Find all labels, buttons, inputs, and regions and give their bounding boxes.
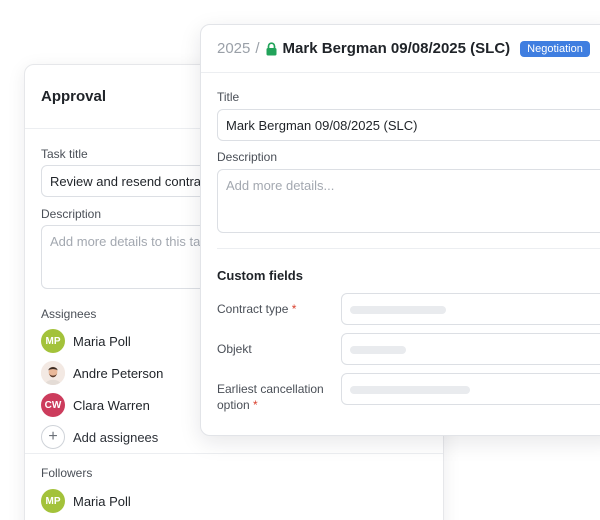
deal-panel: 2025 / Mark Bergman 09/08/2025 (SLC) Neg… xyxy=(200,24,600,436)
earliest-cancellation-label: Earliest cancellation option * xyxy=(217,382,324,412)
objekt-label: Objekt xyxy=(217,342,252,356)
assignee-item[interactable]: MP Maria Poll xyxy=(41,329,131,353)
task-title-label: Task title xyxy=(41,147,88,161)
avatar: MP xyxy=(41,329,65,353)
avatar xyxy=(41,361,65,385)
loading-skeleton xyxy=(350,386,470,394)
objekt-field[interactable] xyxy=(341,333,600,365)
loading-skeleton xyxy=(350,346,406,354)
breadcrumb-year[interactable]: 2025 xyxy=(217,40,250,57)
title-input[interactable]: Mark Bergman 09/08/2025 (SLC) xyxy=(217,109,600,141)
assignee-item[interactable]: CW Clara Warren xyxy=(41,393,150,417)
breadcrumb-separator: / xyxy=(255,40,260,57)
contract-type-label: Contract type * xyxy=(217,302,297,316)
avatar: CW xyxy=(41,393,65,417)
deal-header: 2025 / Mark Bergman 09/08/2025 (SLC) Neg… xyxy=(201,25,600,73)
add-assignees-button[interactable]: + Add assignees xyxy=(41,425,158,449)
assignee-name: Maria Poll xyxy=(73,333,131,349)
follower-name: Maria Poll xyxy=(73,493,131,509)
deal-title: Mark Bergman 09/08/2025 (SLC) xyxy=(282,40,511,57)
earliest-cancellation-field[interactable] xyxy=(341,373,600,405)
divider xyxy=(217,248,600,249)
loading-skeleton xyxy=(350,306,446,314)
contract-type-field[interactable] xyxy=(341,293,600,325)
deal-description-label: Description xyxy=(217,150,278,164)
custom-fields-title: Custom fields xyxy=(217,268,303,283)
stage-badge[interactable]: Negotiation xyxy=(520,40,590,57)
divider xyxy=(25,453,443,454)
person-photo-icon xyxy=(41,361,65,385)
add-assignees-label: Add assignees xyxy=(73,429,159,445)
assignee-item[interactable]: Andre Peterson xyxy=(41,361,163,385)
title-label: Title xyxy=(217,90,240,104)
avatar: MP xyxy=(41,489,65,513)
assignees-label: Assignees xyxy=(41,307,97,321)
assignee-name: Clara Warren xyxy=(73,397,150,413)
follower-item[interactable]: MP Maria Poll xyxy=(41,489,131,513)
approval-title: Approval xyxy=(41,88,107,105)
approval-description-label: Description xyxy=(41,207,102,221)
lock-icon xyxy=(266,41,277,56)
deal-description-input[interactable]: Add more details... xyxy=(217,169,600,233)
plus-icon: + xyxy=(41,425,65,449)
followers-label: Followers xyxy=(41,466,93,480)
assignee-name: Andre Peterson xyxy=(73,365,164,381)
